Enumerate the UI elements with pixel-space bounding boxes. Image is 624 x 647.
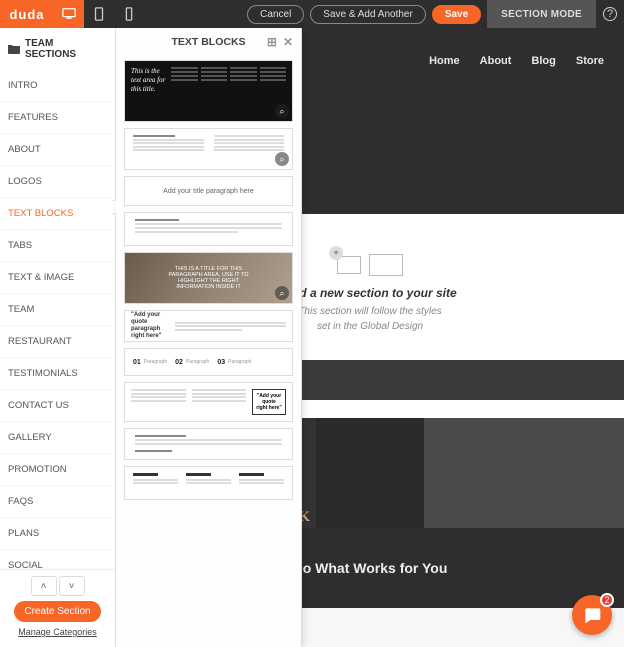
section-thumb-3[interactable]: Add your title paragraph here: [124, 176, 293, 206]
chevron-up-icon: ˄: [41, 581, 47, 592]
sidebar-header: TEAM SECTIONS: [0, 28, 115, 70]
support-chat-button[interactable]: 2: [572, 595, 612, 635]
brand-logo[interactable]: duda: [0, 0, 54, 28]
add-section-icon: +: [337, 254, 403, 276]
top-bar: duda Cancel Save & Add Another Save SECT…: [0, 0, 624, 28]
nav-link-blog[interactable]: Blog: [531, 55, 555, 67]
sidebar-header-label: TEAM SECTIONS: [25, 38, 107, 60]
sidebar-item-text-blocks[interactable]: TEXT BLOCKS: [0, 198, 115, 230]
panel-header: TEXT BLOCKS ⊞ ✕: [116, 28, 301, 56]
section-thumb-10[interactable]: [124, 466, 293, 500]
close-icon[interactable]: ✕: [283, 35, 293, 49]
text-blocks-panel: TEXT BLOCKS ⊞ ✕ This is the text area fo…: [116, 28, 302, 647]
save-add-another-button[interactable]: Save & Add Another: [310, 5, 426, 24]
tablet-icon: [92, 7, 106, 21]
thumb-5-text: THIS IS A TITLE FOR THIS PARAGRAPH AREA,…: [158, 266, 258, 290]
image-cell-person: [424, 418, 624, 528]
sidebar-item-restaurant[interactable]: RESTAURANT: [0, 326, 115, 358]
sidebar-item-social[interactable]: SOCIAL: [0, 550, 115, 569]
sidebar-item-gallery[interactable]: GALLERY: [0, 422, 115, 454]
thumb-3-text: Add your title paragraph here: [163, 188, 254, 195]
sidebar-item-logos[interactable]: LOGOS: [0, 166, 115, 198]
create-section-button[interactable]: Create Section: [14, 601, 100, 622]
help-button[interactable]: ?: [596, 7, 624, 21]
sidebar-item-testimonials[interactable]: TESTIMONIALS: [0, 358, 115, 390]
sidebar-item-promotion[interactable]: PROMOTION: [0, 454, 115, 486]
n1: 01: [133, 359, 141, 366]
n2: 02: [175, 359, 183, 366]
section-thumb-2[interactable]: ⌕: [124, 128, 293, 170]
sidebar-item-tabs[interactable]: TABS: [0, 230, 115, 262]
section-thumb-7[interactable]: 01Paragraph 02Paragraph 03Paragraph: [124, 348, 293, 376]
nav-link-store[interactable]: Store: [576, 55, 604, 67]
nav-link-about[interactable]: About: [480, 55, 512, 67]
expand-down-button[interactable]: ˅: [59, 576, 85, 596]
mobile-icon: [122, 7, 136, 21]
help-icon: ?: [603, 7, 617, 21]
section-thumb-1[interactable]: This is the text area for this title. ⌕: [124, 60, 293, 122]
section-thumb-4[interactable]: [124, 212, 293, 246]
panel-body[interactable]: This is the text area for this title. ⌕ …: [116, 56, 301, 647]
chat-icon: [582, 605, 602, 625]
sidebar-item-plans[interactable]: PLANS: [0, 518, 115, 550]
sidebar-item-faqs[interactable]: FAQS: [0, 486, 115, 518]
manage-categories-link[interactable]: Manage Categories: [18, 627, 97, 637]
l2: Paragraph: [186, 359, 209, 365]
n3: 03: [217, 359, 225, 366]
plus-icon: +: [329, 246, 343, 260]
zoom-icon[interactable]: ⌕: [275, 286, 289, 300]
section-thumb-5[interactable]: THIS IS A TITLE FOR THIS PARAGRAPH AREA,…: [124, 252, 293, 304]
chevron-down-icon: ˅: [69, 581, 75, 592]
sidebar-item-features[interactable]: FEATURES: [0, 102, 115, 134]
categories-sidebar: TEAM SECTIONS INTRO FEATURES ABOUT LOGOS…: [0, 28, 116, 647]
notification-badge: 2: [600, 593, 614, 607]
device-tablet-button[interactable]: [84, 0, 114, 28]
l1: Paragraph: [144, 359, 167, 365]
grid-view-icon[interactable]: ⊞: [267, 35, 277, 49]
l3: Paragraph: [228, 359, 251, 365]
collapse-up-button[interactable]: ˄: [31, 576, 57, 596]
device-mobile-button[interactable]: [114, 0, 144, 28]
zoom-icon[interactable]: ⌕: [275, 104, 289, 118]
thumb-6-quote: "Add your quote paragraph right here": [131, 312, 167, 341]
section-thumb-6[interactable]: "Add your quote paragraph right here": [124, 310, 293, 342]
sidebar-item-text-image[interactable]: TEXT & IMAGE: [0, 262, 115, 294]
thumb-8-quote-box: "Add your quote right here": [252, 389, 286, 415]
sidebar-footer: ˄ ˅ Create Section Manage Categories: [0, 569, 115, 647]
sidebar-item-team[interactable]: TEAM: [0, 294, 115, 326]
image-cell-middle: [316, 418, 424, 528]
section-mode-badge: SECTION MODE: [487, 0, 596, 28]
category-list: INTRO FEATURES ABOUT LOGOS TEXT BLOCKS T…: [0, 70, 115, 569]
sidebar-item-intro[interactable]: INTRO: [0, 70, 115, 102]
panel-title: TEXT BLOCKS: [171, 36, 245, 48]
thumb-1-title: This is the text area for this title.: [131, 67, 167, 115]
sidebar-item-contact-us[interactable]: CONTACT US: [0, 390, 115, 422]
sidebar-item-about[interactable]: ABOUT: [0, 134, 115, 166]
folder-icon: [8, 44, 20, 54]
section-thumb-8[interactable]: "Add your quote right here": [124, 382, 293, 422]
zoom-icon[interactable]: ⌕: [275, 152, 289, 166]
desktop-icon: [62, 7, 76, 21]
device-switcher: [54, 0, 144, 28]
nav-link-home[interactable]: Home: [429, 55, 460, 67]
cancel-button[interactable]: Cancel: [247, 5, 304, 24]
save-button[interactable]: Save: [432, 5, 481, 24]
device-desktop-button[interactable]: [54, 0, 84, 28]
section-thumb-9[interactable]: [124, 428, 293, 460]
